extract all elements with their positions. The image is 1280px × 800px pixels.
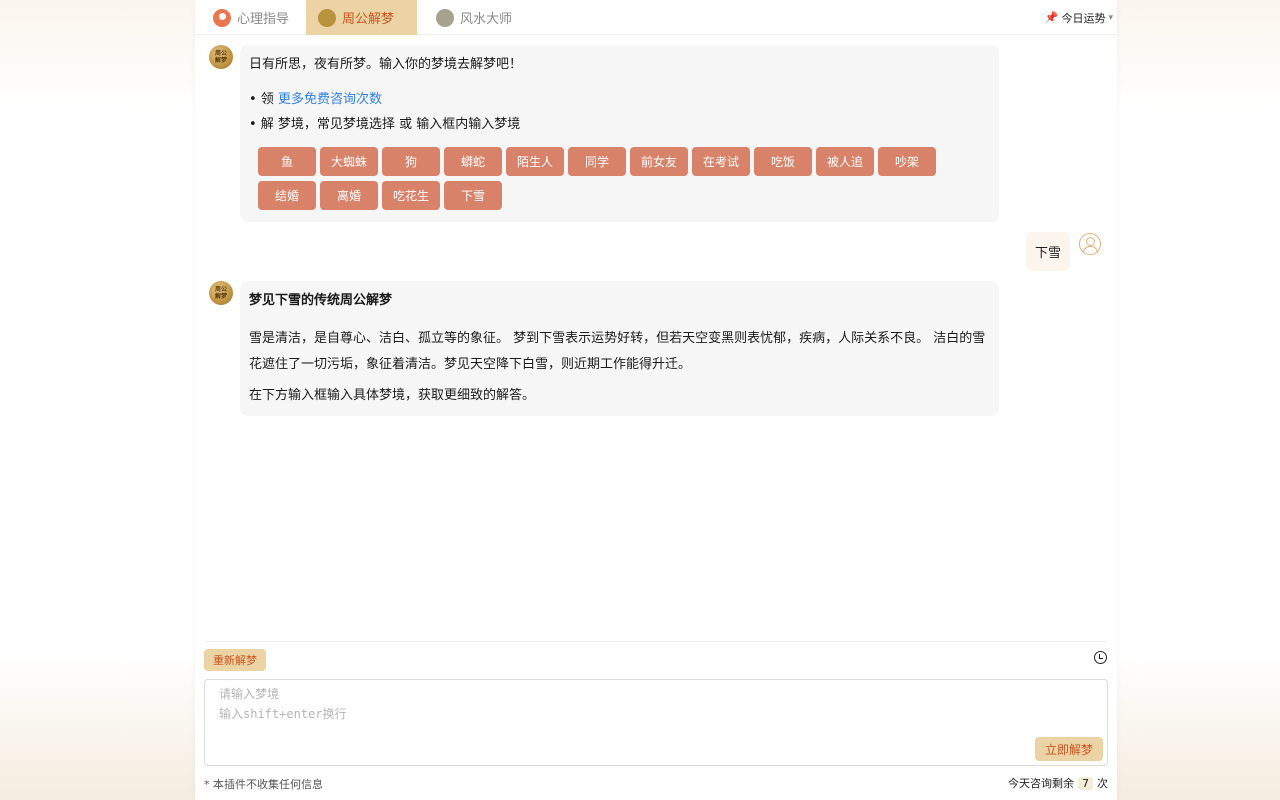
dream-chip[interactable]: 吃饭: [754, 147, 812, 176]
answer-bubble: 梦见下雪的传统周公解梦 雪是清洁，是自尊心、洁白、孤立等的象征。 梦到下雪表示运…: [240, 281, 999, 416]
answer-footer: 在下方输入框输入具体梦境，获取更细致的解答。: [249, 388, 536, 403]
tab-psychology[interactable]: 心理指导: [201, 0, 301, 35]
tab-label: 风水大师: [460, 12, 513, 27]
plugin-panel: 心理指导 周公解梦 风水大师 📌 今日运势 ▾ 周公解梦 日有所思，夜有所梦。输…: [195, 0, 1117, 800]
privacy-note: * 本插件不收集任何信息: [204, 778, 323, 791]
bot-avatar: 周公解梦: [209, 281, 233, 305]
quota-count: 7: [1078, 776, 1093, 790]
dream-input[interactable]: [205, 680, 1107, 765]
user-message: 下雪: [1026, 232, 1070, 271]
bot-avatar: 周公解梦: [209, 45, 233, 69]
fortune-label: 今日运势: [1061, 11, 1106, 25]
tab-dream-interpretation[interactable]: 周公解梦: [306, 0, 417, 35]
tab-fengshui[interactable]: 风水大师: [424, 0, 524, 35]
dream-chip[interactable]: 被人追: [816, 147, 874, 176]
dream-chip[interactable]: 在考试: [692, 147, 750, 176]
chevron-down-icon: ▾: [1108, 12, 1113, 23]
free-consult-link[interactable]: 更多免费咨询次数: [278, 92, 382, 107]
dream-chip[interactable]: 鱼: [258, 147, 316, 176]
zhougong-icon: [318, 8, 336, 27]
fengshui-icon: [436, 8, 454, 27]
dream-chip[interactable]: 吵架: [878, 147, 936, 176]
welcome-item-coupon: • 领 更多免费咨询次数: [249, 90, 382, 110]
bot-avatar-text: 周公解梦: [214, 286, 227, 300]
dream-input-box: 立即解梦: [204, 679, 1108, 766]
welcome-intro: 日有所思，夜有所梦。输入你的梦境去解梦吧！: [249, 57, 523, 72]
answer-title: 梦见下雪的传统周公解梦: [249, 293, 393, 308]
dream-chip[interactable]: 结婚: [258, 181, 316, 210]
welcome-item-dream: • 解 梦境，常见梦境选择 或 输入框内输入梦境: [249, 117, 521, 132]
fortune-dropdown[interactable]: 📌 今日运势 ▾: [1045, 0, 1113, 35]
dream-chip[interactable]: 前女友: [630, 147, 688, 176]
tab-label: 周公解梦: [342, 12, 395, 27]
dream-chip[interactable]: 蟒蛇: [444, 147, 502, 176]
pin-icon: 📌: [1044, 11, 1059, 24]
submit-dream-button[interactable]: 立即解梦: [1034, 737, 1103, 761]
dream-chip[interactable]: 吃花生: [382, 181, 440, 210]
bot-avatar-text: 周公解梦: [214, 50, 227, 64]
user-avatar-icon: [1079, 233, 1101, 255]
quota-prefix: 今天咨询剩余: [1008, 777, 1074, 790]
quota-indicator: 今天咨询剩余 7 次: [1008, 775, 1108, 791]
reset-dream-button[interactable]: 重新解梦: [204, 649, 266, 671]
quota-suffix: 次: [1097, 777, 1108, 790]
dream-chip[interactable]: 大蜘蛛: [320, 147, 378, 176]
history-icon[interactable]: [1094, 651, 1107, 664]
welcome-item-prefix: • 领: [249, 92, 274, 107]
dream-chip[interactable]: 下雪: [444, 181, 502, 210]
tab-label: 心理指导: [237, 12, 290, 27]
dream-chip[interactable]: 狗: [382, 147, 440, 176]
dream-chip[interactable]: 离婚: [320, 181, 378, 210]
psychology-icon: [213, 8, 231, 27]
tab-bar: 心理指导 周公解梦 风水大师 📌 今日运势 ▾: [195, 0, 1117, 35]
welcome-bubble: 日有所思，夜有所梦。输入你的梦境去解梦吧！ • 领 更多免费咨询次数 • 解 梦…: [240, 45, 999, 222]
dream-chip[interactable]: 陌生人: [506, 147, 564, 176]
divider: [205, 641, 1107, 642]
dream-chip[interactable]: 同学: [568, 147, 626, 176]
answer-body: 雪是清洁，是自尊心、洁白、孤立等的象征。 梦到下雪表示运势好转，但若天空变黑则表…: [249, 331, 986, 372]
